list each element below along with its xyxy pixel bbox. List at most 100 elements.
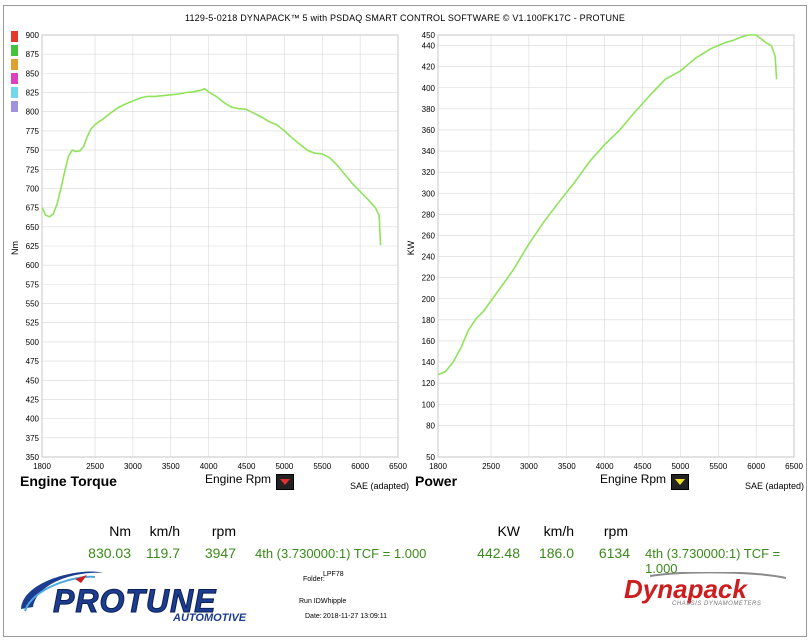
readout-right-speed: 186.0: [538, 545, 574, 561]
torque-y-tick-label: 475: [26, 357, 40, 366]
readout-left-gear: 4th (3.730000:1) TCF = 1.000: [255, 546, 427, 561]
readout-left-speed: 119.7: [146, 545, 180, 561]
power-y-tick-label: 450: [422, 31, 436, 40]
power-y-tick-label: 80: [426, 421, 435, 430]
readout-left-header-nm: Nm: [109, 523, 131, 539]
power-plot-area: [437, 34, 795, 458]
torque-x-tick-label: 1800: [33, 462, 51, 471]
power-x-tick-label: 4000: [596, 462, 614, 471]
power-y-tick-label: 140: [422, 358, 436, 367]
torque-y-tick-label: 750: [26, 146, 40, 155]
power-y-tick-label: 100: [422, 400, 436, 409]
power-x-tick-label: 4500: [634, 462, 652, 471]
torque-x-tick-label: 3000: [124, 462, 142, 471]
power-y-tick-label: 160: [422, 337, 436, 346]
torque-x-tick-label: 6500: [389, 462, 407, 471]
power-y-tick-label: 280: [422, 210, 436, 219]
torque-y-tick-label: 875: [26, 50, 40, 59]
power-y-tick-label: 180: [422, 316, 436, 325]
readout-right-power: 442.48: [477, 545, 520, 561]
power-y-tick-label: 360: [422, 126, 436, 135]
torque-y-tick-label: 800: [26, 108, 40, 117]
power-x-tick-label: 2500: [482, 462, 500, 471]
torque-y-tick-label: 425: [26, 395, 40, 404]
torque-y-tick-label: 625: [26, 242, 40, 251]
torque-y-tick-label: 450: [26, 376, 40, 385]
protune-logo: PROTUNE AUTOMOTIVE: [15, 565, 285, 625]
date-value: 2018-11-27 13:09:11: [323, 613, 387, 620]
run-id-value: Whipple: [321, 598, 347, 605]
torque-standard: SAE (adapted): [350, 481, 410, 491]
torque-x-tick-label: 4500: [238, 462, 256, 471]
run-id-label: Run ID:: [299, 598, 323, 605]
torque-y-tick-label: 675: [26, 204, 40, 213]
torque-y-tick-label: 550: [26, 300, 40, 309]
torque-y-tick-label: 650: [26, 223, 40, 232]
readout-right-header-kw: KW: [497, 523, 520, 539]
power-y-tick-label: 120: [422, 379, 436, 388]
readout-right-header-rpm: rpm: [603, 523, 628, 539]
torque-x-tick-label: 4000: [200, 462, 218, 471]
torque-y-tick-label: 700: [26, 184, 40, 193]
power-y-axis-label: KW: [406, 240, 416, 255]
torque-x-tick-label: 5000: [275, 462, 293, 471]
power-y-tick-label: 50: [426, 453, 435, 462]
yellow-down-triangle-icon: [675, 479, 685, 485]
torque-y-tick-label: 850: [26, 69, 40, 78]
torque-y-tick-label: 725: [26, 165, 40, 174]
dynapack-logo: Dynapack CHASSIS DYNAMOMETERS: [620, 572, 790, 612]
power-y-tick-label: 380: [422, 105, 436, 114]
folder-value: LPF78: [323, 571, 344, 578]
torque-y-tick-label: 600: [26, 261, 40, 270]
torque-chart-title: Engine Torque: [20, 473, 117, 489]
torque-x-tick-label: 3500: [162, 462, 180, 471]
torque-y-tick-label: 400: [26, 415, 40, 424]
power-y-tick-label: 200: [422, 295, 436, 304]
power-y-tick-label: 220: [422, 274, 436, 283]
torque-x-tick-label: 6000: [351, 462, 369, 471]
readout-left-header-kmh: km/h: [149, 523, 180, 539]
power-y-tick-label: 320: [422, 168, 436, 177]
power-x-tick-label: 6500: [785, 462, 803, 471]
torque-y-tick-label: 575: [26, 280, 40, 289]
power-x-tick-label: 3500: [558, 462, 576, 471]
power-y-tick-label: 340: [422, 147, 436, 156]
power-chart-title: Power: [415, 473, 458, 489]
torque-y-tick-label: 500: [26, 338, 40, 347]
power-x-tick-label: 5000: [671, 462, 689, 471]
readout-left-torque: 830.03: [88, 545, 131, 561]
power-y-tick-label: 260: [422, 231, 436, 240]
power-y-tick-label: 420: [422, 63, 436, 72]
torque-x-tick-label: 5500: [313, 462, 331, 471]
folder-label: Folder:: [303, 576, 325, 583]
torque-x-axis-label: Engine Rpm: [205, 472, 272, 486]
power-y-tick-label: 440: [422, 42, 436, 51]
power-y-tick-label: 300: [422, 189, 436, 198]
torque-y-tick-label: 775: [26, 127, 40, 136]
torque-x-tick-label: 2500: [86, 462, 104, 471]
red-down-triangle-icon: [280, 479, 290, 485]
power-x-tick-label: 6000: [747, 462, 765, 471]
power-standard: SAE (adapted): [745, 481, 805, 491]
torque-y-axis-label: Nm: [10, 241, 20, 255]
power-rpm-dropdown-button[interactable]: [671, 474, 689, 490]
power-y-tick-label: 240: [422, 253, 436, 262]
date-label: Date:: [305, 613, 322, 620]
power-y-tick-label: 400: [422, 84, 436, 93]
torque-y-tick-label: 900: [26, 31, 40, 40]
torque-rpm-dropdown-button[interactable]: [276, 474, 294, 490]
power-x-tick-label: 1800: [429, 462, 447, 471]
power-x-tick-label: 3000: [520, 462, 538, 471]
torque-y-tick-label: 375: [26, 434, 40, 443]
power-x-tick-label: 5500: [709, 462, 727, 471]
torque-y-tick-label: 825: [26, 89, 40, 98]
protune-logo-subtext: AUTOMOTIVE: [173, 612, 247, 624]
power-x-axis-label: Engine Rpm: [600, 472, 667, 486]
torque-y-tick-label: 525: [26, 319, 40, 328]
dynapack-logo-subtext: CHASSIS DYNAMOMETERS: [672, 601, 762, 607]
readout-right-rpm: 6134: [598, 545, 630, 561]
readout-left-rpm: 3947: [204, 545, 236, 561]
readout-left-header-rpm: rpm: [211, 523, 236, 539]
readout-right-header-kmh: km/h: [543, 523, 574, 539]
torque-y-tick-label: 350: [26, 453, 40, 462]
